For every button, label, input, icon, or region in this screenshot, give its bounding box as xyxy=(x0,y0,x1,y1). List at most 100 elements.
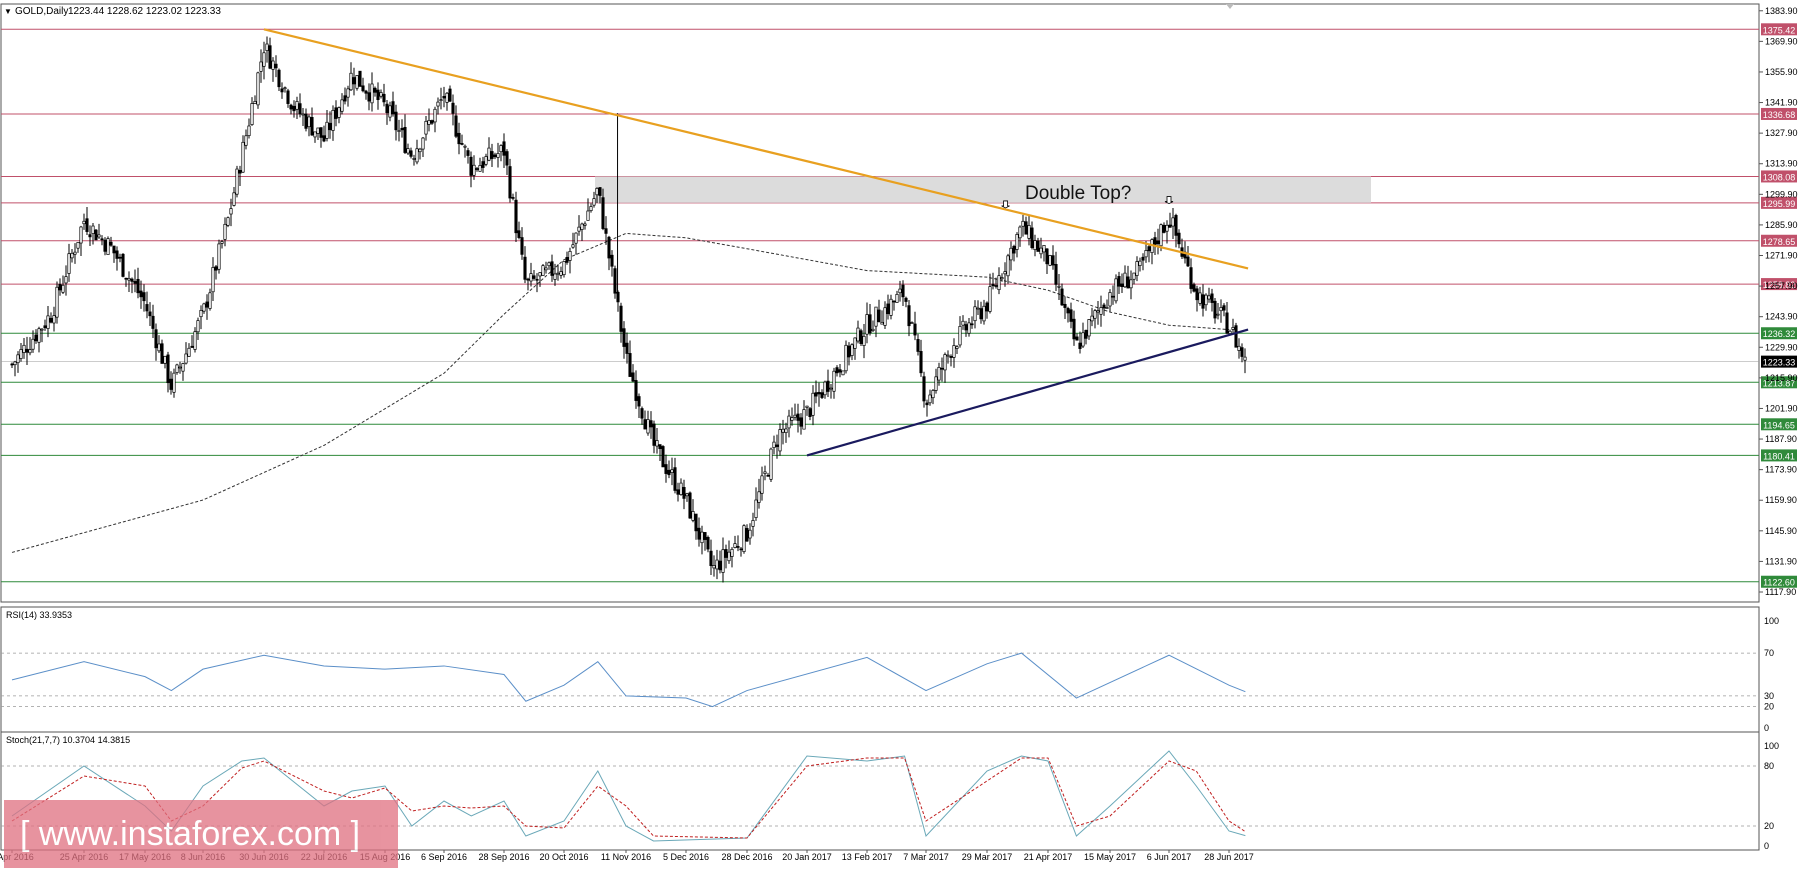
candle-body xyxy=(211,267,215,293)
candle-body xyxy=(217,243,221,270)
candle-body xyxy=(1156,240,1160,245)
candle-body xyxy=(685,493,689,497)
candle-body xyxy=(1138,260,1142,266)
candle-body xyxy=(961,320,965,326)
x-tick-label: 5 Dec 2016 xyxy=(663,852,709,862)
candle-body xyxy=(430,120,434,124)
candle-body xyxy=(31,338,35,350)
y-tick-label: 1341.90 xyxy=(1765,98,1798,108)
candle-body xyxy=(187,347,191,357)
candle-body xyxy=(565,257,569,263)
candle-body xyxy=(1216,313,1220,316)
candle-body xyxy=(712,565,716,569)
indicator-title: RSI(14) 33.9353 xyxy=(6,610,72,620)
indicator-tick-label: 0 xyxy=(1764,841,1769,851)
candle-body xyxy=(994,285,998,287)
candle-body xyxy=(103,239,107,252)
x-tick-label: 28 Jun 2017 xyxy=(1204,852,1254,862)
candle-body xyxy=(670,469,674,473)
candle-body xyxy=(19,349,23,359)
candle-body xyxy=(610,254,614,267)
candle-body xyxy=(463,145,467,148)
candle-body xyxy=(1204,294,1208,306)
candle-body xyxy=(286,90,290,104)
candle-body xyxy=(628,353,632,377)
candle-body xyxy=(793,414,797,418)
candle-body xyxy=(145,304,149,312)
candle-body xyxy=(802,409,806,430)
candle-body xyxy=(1123,272,1127,288)
candle-body xyxy=(559,271,563,276)
candle-body xyxy=(709,550,713,567)
indicator-title: Stoch(21,7,7) 10.3704 14.3815 xyxy=(6,735,130,745)
candle-body xyxy=(571,244,575,248)
candle-body xyxy=(832,370,836,392)
x-tick-label: 20 Oct 2016 xyxy=(539,852,588,862)
candle-body xyxy=(493,154,497,158)
candle-body xyxy=(202,303,206,312)
candle-body xyxy=(181,363,185,372)
candle-body xyxy=(664,464,668,474)
candle-body xyxy=(949,356,953,358)
candle-body xyxy=(451,102,455,114)
candle-body xyxy=(199,310,203,318)
candle-body xyxy=(460,143,464,145)
candle-body xyxy=(373,87,377,93)
candle-body xyxy=(1141,256,1145,261)
candle-body xyxy=(511,197,515,199)
candle-body xyxy=(505,151,509,166)
candle-body xyxy=(1063,303,1067,308)
watermark: [ www.instaforex.com ] xyxy=(4,800,398,868)
candle-body xyxy=(1024,221,1028,235)
candle-body xyxy=(271,60,275,70)
indicator-tick-label: 70 xyxy=(1764,648,1774,658)
candle-body xyxy=(343,95,347,102)
candle-body xyxy=(1021,220,1025,227)
level-label: 1336.68 xyxy=(1763,110,1796,120)
candle-body xyxy=(310,117,314,136)
candle-body xyxy=(892,300,896,303)
candle-body xyxy=(220,241,224,244)
candle-body xyxy=(13,361,17,366)
candle-body xyxy=(820,392,824,398)
candle-body xyxy=(640,408,644,419)
candle-body xyxy=(1198,292,1202,304)
candle-body xyxy=(940,367,944,370)
candle-body xyxy=(1105,307,1109,309)
header-arrow[interactable]: ▼ xyxy=(4,7,12,16)
candle-body xyxy=(823,381,827,396)
candle-body xyxy=(400,127,404,131)
candle-body xyxy=(601,197,605,229)
candle-body xyxy=(577,226,581,232)
candle-body xyxy=(946,354,950,357)
candle-body xyxy=(445,92,449,103)
candle-body xyxy=(1219,307,1223,312)
candle-body xyxy=(790,417,794,421)
candle-body xyxy=(652,423,656,446)
candle-body xyxy=(34,334,38,342)
candle-body xyxy=(865,314,869,335)
candle-body xyxy=(1153,237,1157,246)
y-tick-label: 1173.90 xyxy=(1765,465,1797,475)
candle-body xyxy=(79,226,83,244)
y-tick-label: 1229.90 xyxy=(1765,342,1798,352)
candle-body xyxy=(1192,284,1196,292)
candle-body xyxy=(631,372,635,382)
candle-body xyxy=(742,525,746,552)
candle-body xyxy=(520,237,524,255)
candle-body xyxy=(766,474,770,477)
candle-body xyxy=(781,428,785,433)
candle-body xyxy=(1144,250,1148,258)
candle-body xyxy=(697,527,701,540)
candle-body xyxy=(364,90,368,94)
resistance-zone xyxy=(595,176,1371,203)
candle-body xyxy=(1186,256,1190,267)
candle-body xyxy=(550,261,554,276)
candle-body xyxy=(37,328,41,343)
candle-body xyxy=(523,256,527,280)
indicator-tick-label: 100 xyxy=(1764,741,1779,751)
candle-body xyxy=(1111,295,1115,298)
candle-body xyxy=(922,376,926,402)
candle-body xyxy=(928,394,932,404)
candle-body xyxy=(658,444,662,450)
